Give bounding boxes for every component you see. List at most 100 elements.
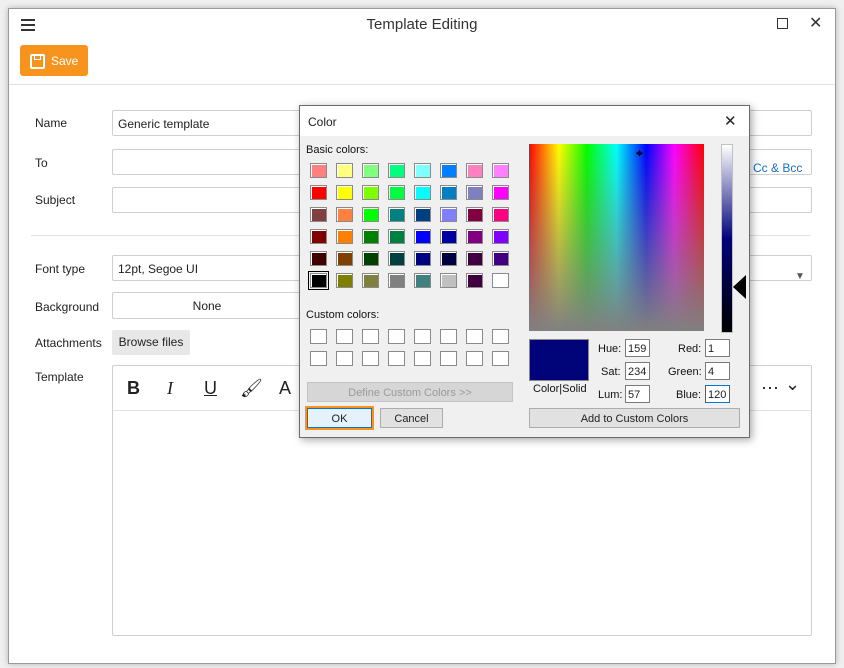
basic-color-swatch[interactable]	[414, 229, 431, 244]
basic-color-swatch[interactable]	[492, 207, 509, 222]
custom-color-swatch[interactable]	[466, 351, 483, 366]
green-input[interactable]: 4	[705, 362, 730, 380]
basic-color-swatch[interactable]	[414, 251, 431, 266]
basic-color-swatch[interactable]	[308, 271, 329, 290]
basic-color-swatch[interactable]	[440, 273, 457, 288]
basic-color-swatch[interactable]	[388, 207, 405, 222]
basic-color-swatch[interactable]	[310, 207, 327, 222]
define-custom-colors-button[interactable]: Define Custom Colors >>	[307, 382, 513, 402]
basic-color-swatch[interactable]	[362, 251, 379, 266]
format-painter-icon[interactable]: 🖌	[240, 378, 263, 399]
custom-color-swatch[interactable]	[362, 329, 379, 344]
custom-color-swatch[interactable]	[492, 329, 509, 344]
basic-color-swatch[interactable]	[466, 185, 483, 200]
basic-color-swatch[interactable]	[336, 185, 353, 200]
basic-color-swatch[interactable]	[388, 273, 405, 288]
close-icon[interactable]: ✕	[809, 13, 822, 33]
basic-color-swatch[interactable]	[492, 229, 509, 244]
basic-color-swatch[interactable]	[440, 251, 457, 266]
basic-color-swatch[interactable]	[388, 229, 405, 244]
luminance-slider[interactable]	[721, 144, 733, 333]
basic-color-swatch[interactable]	[310, 229, 327, 244]
custom-colors-label: Custom colors:	[306, 309, 380, 321]
basic-color-swatch[interactable]	[414, 185, 431, 200]
basic-color-swatch[interactable]	[362, 273, 379, 288]
basic-color-swatch[interactable]	[336, 251, 353, 266]
basic-color-swatch[interactable]	[440, 163, 457, 178]
basic-color-swatch[interactable]	[388, 163, 405, 178]
basic-color-swatch[interactable]	[336, 163, 353, 178]
custom-color-swatch[interactable]	[310, 329, 327, 344]
dialog-title: Color	[308, 115, 337, 129]
basic-color-swatch[interactable]	[466, 163, 483, 178]
underline-button[interactable]: U	[204, 378, 217, 399]
custom-color-swatch[interactable]	[388, 351, 405, 366]
color-spectrum[interactable]	[529, 144, 704, 331]
save-button[interactable]: Save	[20, 45, 88, 76]
red-input[interactable]: 1	[705, 339, 730, 357]
basic-color-swatch[interactable]	[362, 207, 379, 222]
custom-color-swatch[interactable]	[362, 351, 379, 366]
ok-button[interactable]: OK	[307, 408, 372, 428]
color-solid-label: Color|Solid	[533, 383, 587, 395]
blue-input[interactable]: 120	[705, 385, 730, 403]
custom-color-swatch[interactable]	[388, 329, 405, 344]
add-cc-bcc-link[interactable]: d Cc & Bcc	[743, 161, 802, 175]
basic-color-swatch[interactable]	[336, 273, 353, 288]
basic-color-swatch[interactable]	[310, 251, 327, 266]
chevron-down-icon[interactable]: ⌄	[785, 374, 800, 395]
custom-color-swatch[interactable]	[414, 351, 431, 366]
custom-color-swatch[interactable]	[492, 351, 509, 366]
basic-color-swatch[interactable]	[362, 163, 379, 178]
basic-color-swatch[interactable]	[466, 229, 483, 244]
basic-color-swatch[interactable]	[414, 207, 431, 222]
basic-color-swatch[interactable]	[362, 185, 379, 200]
basic-color-swatch[interactable]	[492, 251, 509, 266]
basic-color-swatch[interactable]	[440, 185, 457, 200]
basic-color-swatch[interactable]	[466, 273, 483, 288]
font-color-button[interactable]: A	[279, 378, 291, 399]
custom-color-swatch[interactable]	[414, 329, 431, 344]
basic-color-swatch[interactable]	[388, 251, 405, 266]
basic-color-swatch[interactable]	[492, 273, 509, 288]
green-label: Green:	[668, 366, 702, 378]
font-type-label: Font type	[35, 262, 86, 276]
chevron-down-icon[interactable]: ▼	[795, 271, 805, 282]
basic-color-swatch[interactable]	[466, 207, 483, 222]
luminance-arrow-icon[interactable]	[733, 275, 746, 299]
basic-color-swatch[interactable]	[336, 229, 353, 244]
close-icon[interactable]: ✕	[724, 112, 737, 130]
custom-color-swatch[interactable]	[336, 351, 353, 366]
maximize-icon[interactable]	[777, 18, 788, 29]
custom-color-swatch[interactable]	[440, 329, 457, 344]
basic-color-swatch[interactable]	[414, 273, 431, 288]
custom-color-swatch[interactable]	[336, 329, 353, 344]
bold-button[interactable]: B	[127, 378, 140, 399]
more-options-icon[interactable]: ⋯	[761, 378, 779, 399]
basic-color-swatch[interactable]	[466, 251, 483, 266]
lum-input[interactable]: 57	[625, 385, 650, 403]
basic-color-swatch[interactable]	[492, 185, 509, 200]
basic-color-swatch[interactable]	[440, 207, 457, 222]
cancel-button[interactable]: Cancel	[380, 408, 443, 428]
add-to-custom-colors-button[interactable]: Add to Custom Colors	[529, 408, 740, 428]
floppy-icon	[30, 54, 45, 69]
basic-color-swatch[interactable]	[336, 207, 353, 222]
custom-color-swatch[interactable]	[466, 329, 483, 344]
basic-color-swatch[interactable]	[414, 163, 431, 178]
hue-input[interactable]: 159	[625, 339, 650, 357]
italic-button[interactable]: I	[167, 378, 173, 399]
basic-color-swatch[interactable]	[440, 229, 457, 244]
custom-color-swatch[interactable]	[310, 351, 327, 366]
dialog-title-bar: Color ✕	[300, 106, 749, 136]
basic-color-swatch[interactable]	[310, 185, 327, 200]
basic-color-swatch[interactable]	[492, 163, 509, 178]
sat-input[interactable]: 234	[625, 362, 650, 380]
basic-color-swatch[interactable]	[388, 185, 405, 200]
name-label: Name	[35, 116, 68, 130]
basic-color-swatch[interactable]	[310, 163, 327, 178]
background-picker[interactable]: None	[112, 292, 302, 319]
custom-color-swatch[interactable]	[440, 351, 457, 366]
basic-color-swatch[interactable]	[362, 229, 379, 244]
browse-files-button[interactable]: Browse files	[112, 330, 190, 355]
